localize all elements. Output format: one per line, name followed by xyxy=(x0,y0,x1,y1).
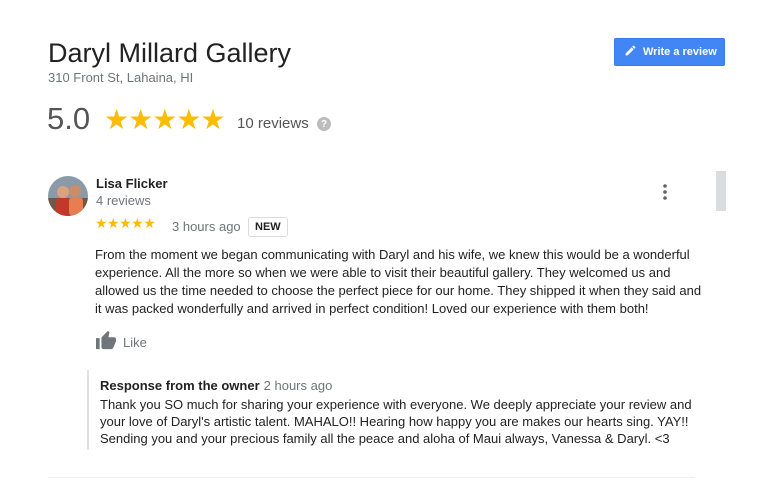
divider xyxy=(48,477,695,478)
like-label: Like xyxy=(123,335,147,350)
business-title: Daryl Millard Gallery xyxy=(48,38,292,68)
reviewer-review-count: 4 reviews xyxy=(96,193,151,208)
review-stars: ★★★★★ xyxy=(95,215,156,231)
help-icon[interactable]: ? xyxy=(317,117,331,131)
reviewer-avatar[interactable] xyxy=(48,176,88,216)
review-time: 3 hours ago xyxy=(172,219,241,234)
owner-response-header: Response from the owner 2 hours ago xyxy=(100,378,332,393)
scrollbar-thumb[interactable] xyxy=(716,171,726,211)
reviewer-name[interactable]: Lisa Flicker xyxy=(96,176,168,191)
total-review-count[interactable]: 10 reviews xyxy=(237,115,309,132)
write-review-button[interactable]: Write a review xyxy=(614,38,725,66)
like-button[interactable]: Like xyxy=(95,330,147,355)
owner-response-heading: Response from the owner xyxy=(100,378,260,393)
thumbs-up-icon xyxy=(95,330,117,355)
pencil-icon xyxy=(624,44,637,60)
new-badge: NEW xyxy=(248,217,288,237)
review-text: From the moment we began communicating w… xyxy=(95,247,702,316)
owner-response-time: 2 hours ago xyxy=(263,378,333,393)
business-address: 310 Front St, Lahaina, HI xyxy=(48,70,194,85)
average-rating: 5.0 xyxy=(47,101,91,136)
write-review-label: Write a review xyxy=(643,46,717,58)
more-options-icon[interactable] xyxy=(658,183,672,201)
average-stars: ★★★★★ xyxy=(104,104,226,135)
owner-response-text: Thank you SO much for sharing your exper… xyxy=(100,397,692,446)
